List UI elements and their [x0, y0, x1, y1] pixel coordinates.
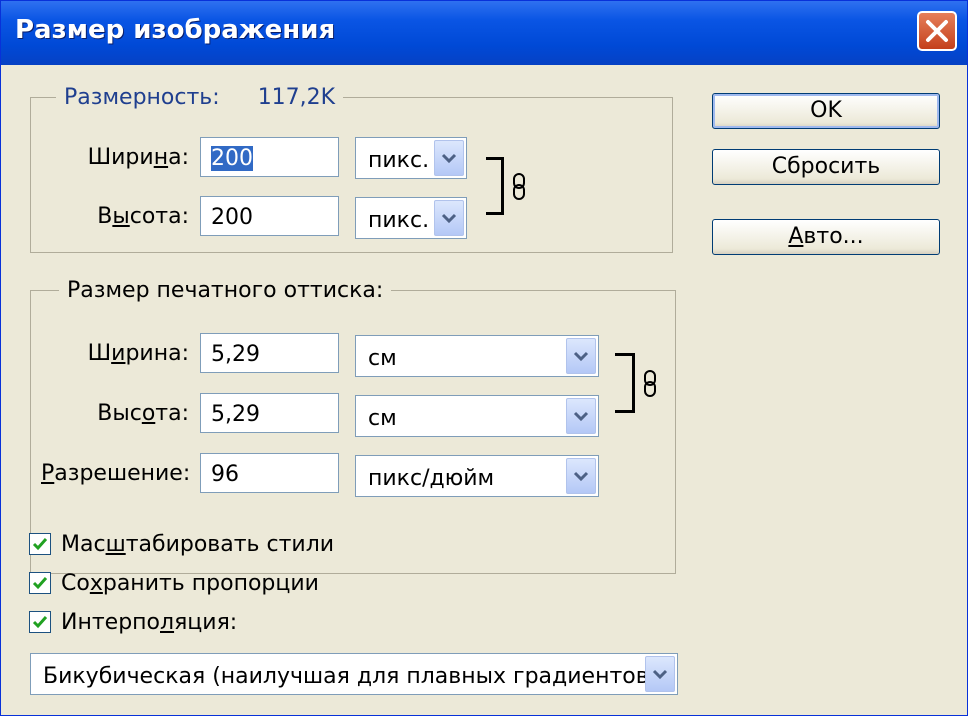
auto-button[interactable]: Авто... [712, 219, 940, 255]
chevron-down-icon[interactable] [566, 398, 596, 434]
print-size-legend: Размер печатного оттиска: [59, 278, 392, 303]
pixel-height-unit-select[interactable]: пикс. [355, 197, 467, 239]
chevron-down-icon[interactable] [566, 338, 596, 374]
ok-button[interactable]: OK [712, 93, 940, 129]
checkmark-icon [32, 538, 48, 551]
resolution-label: Разрешение: [41, 461, 191, 486]
interpolation-select[interactable]: Бикубическая (наилучшая для плавных град… [30, 653, 678, 695]
scale-styles-label[interactable]: Масштабировать стили [61, 532, 334, 557]
resolution-value: 96 [211, 462, 239, 487]
print-width-value: 5,29 [211, 342, 260, 367]
pixel-dimensions-label: Размерность: [64, 85, 220, 110]
pixel-link-bracket [486, 157, 504, 215]
print-width-label: Ширина: [87, 341, 189, 366]
print-height-input[interactable]: 5,29 [200, 393, 339, 433]
resolution-input[interactable]: 96 [200, 453, 339, 493]
print-height-unit: см [368, 406, 397, 431]
pixel-dimensions-group [30, 97, 673, 253]
close-button[interactable] [917, 11, 957, 51]
print-width-input[interactable]: 5,29 [200, 333, 339, 373]
print-link-bracket [615, 353, 635, 413]
print-width-unit-select[interactable]: см [355, 335, 599, 377]
pixel-width-input[interactable]: 200 [200, 137, 339, 177]
chain-link-icon [644, 370, 656, 397]
print-height-label: Высота: [97, 401, 189, 426]
interpolation-value: Бикубическая (наилучшая для плавных град… [43, 664, 658, 689]
constrain-proportions-checkbox[interactable] [29, 572, 51, 594]
print-height-value: 5,29 [211, 402, 260, 427]
resample-checkbox[interactable] [29, 611, 51, 633]
resolution-unit-select[interactable]: пикс/дюйм [355, 455, 599, 497]
pixel-width-value: 200 [211, 146, 253, 171]
chevron-down-icon[interactable] [566, 458, 596, 494]
pixel-dimensions-legend: Размерность: 117,2K [56, 85, 344, 110]
pixel-width-unit: пикс. [368, 148, 430, 173]
pixel-width-unit-select[interactable]: пикс. [355, 137, 467, 179]
pixel-height-input[interactable]: 200 [200, 196, 339, 236]
pixel-dimensions-size: 117,2K [257, 85, 336, 110]
scale-styles-checkbox[interactable] [29, 533, 51, 555]
chevron-down-icon[interactable] [645, 656, 675, 692]
close-icon [926, 20, 948, 42]
chevron-down-icon[interactable] [434, 200, 464, 236]
pixel-width-label: Ширина: [87, 145, 189, 170]
print-height-unit-select[interactable]: см [355, 395, 599, 437]
resolution-unit: пикс/дюйм [368, 466, 495, 491]
print-width-unit: см [368, 346, 397, 371]
image-size-dialog: Размер изображения Размерность: 117,2K Ш… [0, 0, 968, 716]
chain-link-icon [513, 173, 525, 200]
dialog-body: Размерность: 117,2K Ширина: 200 пикс. Вы… [1, 65, 967, 715]
title-bar[interactable]: Размер изображения [1, 1, 967, 65]
pixel-height-unit: пикс. [368, 208, 430, 233]
checkmark-icon [32, 577, 48, 590]
checkmark-icon [32, 616, 48, 629]
chevron-down-icon[interactable] [434, 140, 464, 176]
dialog-title: Размер изображения [15, 15, 336, 45]
pixel-height-label: Высота: [97, 204, 189, 229]
reset-button[interactable]: Сбросить [712, 149, 940, 185]
constrain-proportions-label[interactable]: Сохранить пропорции [61, 571, 319, 596]
pixel-height-value: 200 [211, 205, 253, 230]
resample-label[interactable]: Интерполяция: [61, 610, 237, 635]
